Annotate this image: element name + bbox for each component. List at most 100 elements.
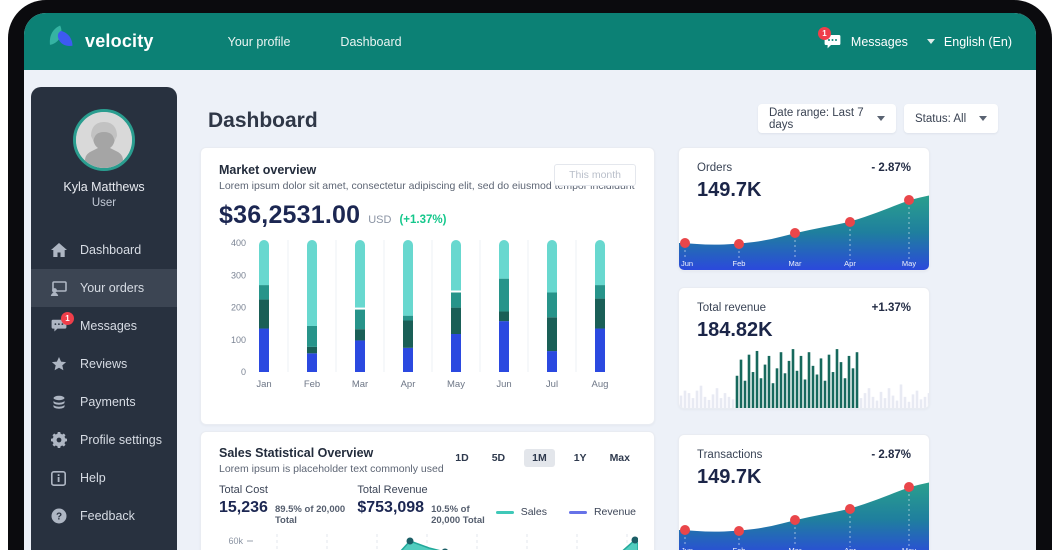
sidebar-item-messages[interactable]: 1 Messages [31,307,177,345]
total-revenue-group: Total Revenue $753,098 10.5% of 20,000 T… [357,484,495,526]
svg-text:200: 200 [231,303,246,313]
market-overview-card: Market overview Lorem ipsum dolor sit am… [200,147,655,425]
svg-text:300: 300 [231,270,246,280]
tab-1m[interactable]: 1M [524,449,555,467]
total-cost-value: 15,236 [219,499,268,516]
svg-text:May: May [447,379,465,390]
sidebar-item-reviews[interactable]: Reviews [31,345,177,383]
user-name: Kyla Matthews [63,180,145,194]
svg-text:Jun: Jun [496,379,511,390]
orders-title: Orders [697,162,733,174]
velocity-logo-icon [48,24,75,59]
chart-legend: Sales Revenue [495,484,636,526]
sidebar-menu: Dashboard Your orders 1 Messages Reviews Paym… [31,231,177,535]
sidebar-item-profile-settings[interactable]: Profile settings [31,421,177,459]
svg-text:Mar: Mar [352,379,368,390]
sales-line-icon [495,510,514,514]
status-dropdown[interactable]: Status: All [904,104,998,133]
page: velocity Your profile Dashboard 1 Messag… [0,0,1058,550]
sidebar-item-feedback[interactable]: ? Feedback [31,497,177,535]
svg-text:Apr: Apr [844,546,856,550]
page-title: Dashboard [208,109,318,132]
info-icon [50,470,67,487]
sidebar: Kyla Matthews User Dashboard Your orders 1… [31,87,177,550]
svg-text:400: 400 [231,238,246,248]
market-change: (+1.37%) [399,214,447,226]
brand[interactable]: velocity [48,24,154,59]
svg-text:Mar: Mar [789,546,802,550]
app-screen: velocity Your profile Dashboard 1 Messag… [24,13,1036,550]
sidebar-item-dashboard[interactable]: Dashboard [31,231,177,269]
range-tabs: 1D 5D 1M 1Y Max [451,449,634,467]
messages-icon: 1 [50,311,74,335]
sidebar-item-your-orders[interactable]: Your orders [31,269,177,307]
language-selector[interactable]: English (En) [944,35,1012,49]
svg-text:Jun: Jun [681,259,693,268]
messages-label[interactable]: Messages [851,35,908,49]
nav-your-profile[interactable]: Your profile [228,35,291,49]
tab-1y[interactable]: 1Y [570,449,591,467]
messages-badge: 1 [817,26,831,40]
svg-text:Apr: Apr [844,259,856,268]
caret-down-icon [979,116,987,121]
payments-icon [50,394,67,411]
orders-change: - 2.87% [871,162,911,174]
tab-5d[interactable]: 5D [488,449,509,467]
svg-text:Jun: Jun [681,546,693,550]
total-revenue-value: 184.82K [697,319,773,341]
tab-1d[interactable]: 1D [451,449,472,467]
gear-icon [50,432,67,449]
svg-text:Feb: Feb [304,379,320,390]
svg-text:Aug: Aug [592,379,609,390]
transactions-change: - 2.87% [871,449,911,461]
avatar[interactable] [73,109,135,171]
svg-text:60k: 60k [228,536,243,546]
device-frame: velocity Your profile Dashboard 1 Messag… [8,0,1052,550]
sidebar-item-payments[interactable]: Payments [31,383,177,421]
this-month-button[interactable]: This month [554,164,636,186]
market-currency: USD [368,214,392,226]
orders-area-chart: Jun Feb Mar Apr May [679,195,929,270]
svg-text:Mar: Mar [789,259,802,268]
orders-card: Orders - 2.87% 149.7K Jun Feb Mar Apr May [678,147,930,271]
svg-text:?: ? [55,512,61,523]
svg-text:Feb: Feb [733,259,746,268]
total-revenue-title: Total revenue [697,302,767,314]
orders-icon [50,280,67,297]
question-icon: ? [50,508,67,525]
svg-text:May: May [902,546,916,550]
topbar-right: 1 Messages English (En) [817,26,1012,50]
transactions-card: Transactions - 2.87% 149.7K JunFebMarApr… [678,434,930,550]
star-icon [50,356,67,373]
home-icon [50,242,67,259]
user-role: User [91,197,117,209]
legend-revenue: Revenue [568,506,636,518]
caret-down-icon [877,116,885,121]
nav-dashboard[interactable]: Dashboard [340,35,401,49]
date-range-dropdown[interactable]: Date range: Last 7 days [758,104,896,133]
sidebar-messages-badge: 1 [61,311,74,325]
svg-text:Jan: Jan [256,379,271,390]
svg-text:Jul: Jul [546,379,558,390]
caret-down-icon[interactable] [926,39,935,44]
total-revenue-change: +1.37% [871,302,911,314]
tab-max[interactable]: Max [606,449,634,467]
market-bar-chart: 400 300 200 100 0 Jan Feb Mar Apr May Jun Jul Aug [231,238,609,390]
sidebar-item-help[interactable]: Help [31,459,177,497]
svg-text:100: 100 [231,335,246,345]
total-cost-note: 89.5% of 20,000 Total [274,504,346,526]
svg-text:Apr: Apr [401,379,416,390]
revenue-line-icon [568,510,587,514]
svg-text:Feb: Feb [733,546,746,550]
total-cost-group: Total Cost 15,236 89.5% of 20,000 Total [219,484,357,526]
svg-text:May: May [902,259,916,268]
svg-text:0: 0 [241,367,246,377]
transactions-area-chart: Jun Feb Mar Apr May [679,482,929,550]
sales-area-chart: 60k40k [228,534,639,550]
market-amount: $36,2531.00 [219,201,361,229]
total-revenue-note: 10.5% of 20,000 Total [431,504,485,526]
total-revenue-card: Total revenue +1.37% 184.82K [678,287,930,409]
messages-icon[interactable]: 1 [817,26,842,50]
topnav: Your profile Dashboard [228,35,402,49]
legend-sales: Sales [495,506,547,518]
